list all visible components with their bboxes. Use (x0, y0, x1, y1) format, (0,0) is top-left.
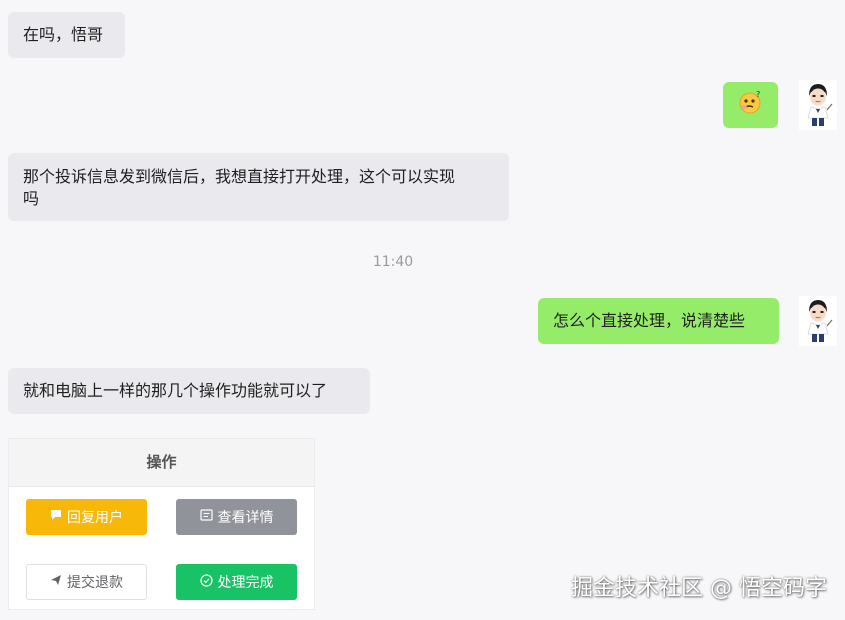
svg-text:?: ? (756, 90, 760, 99)
message-text: 在吗，悟哥 (23, 25, 104, 44)
mark-done-label: 处理完成 (217, 575, 274, 591)
send-icon (50, 574, 62, 590)
comment-icon (50, 509, 62, 525)
document-icon (199, 509, 213, 525)
submit-refund-button[interactable]: 提交退款 (26, 564, 147, 600)
message-bubble-left[interactable]: 就和电脑上一样的那几个操作功能就可以了 (8, 368, 370, 414)
thinking-face-emoji-icon: ? (738, 90, 764, 120)
message-text: 就和电脑上一样的那几个操作功能就可以了 (23, 381, 328, 400)
operation-panel-image[interactable]: 操作 回复用户 查看详情 提交退款 处理完成 (8, 438, 315, 610)
reply-user-button[interactable]: 回复用户 (26, 499, 147, 535)
view-details-label: 查看详情 (217, 510, 274, 526)
message-text-line-1: 那个投诉信息发到微信后，我想直接打开处理，这个可以实现 (23, 167, 456, 186)
mark-done-button[interactable]: 处理完成 (176, 564, 297, 600)
message-bubble-left[interactable]: 在吗，悟哥 (8, 12, 125, 58)
view-details-button[interactable]: 查看详情 (176, 499, 297, 535)
operation-panel-header: 操作 (9, 439, 314, 487)
check-circle-icon (199, 573, 213, 591)
avatar[interactable] (799, 296, 837, 346)
message-bubble-right[interactable]: 怎么个直接处理，说清楚些 (538, 298, 779, 344)
watermark: 掘金技术社区 @ 悟空码字 (571, 576, 827, 601)
message-bubble-right[interactable]: ? (723, 82, 778, 128)
message-text-line-2: 吗 (23, 189, 40, 208)
reply-user-label: 回复用户 (67, 510, 123, 526)
message-text: 怎么个直接处理，说清楚些 (553, 311, 746, 330)
message-timestamp: 11:40 (372, 254, 414, 270)
submit-refund-label: 提交退款 (67, 575, 123, 591)
avatar[interactable] (799, 80, 837, 130)
message-bubble-left[interactable]: 那个投诉信息发到微信后，我想直接打开处理，这个可以实现 吗 (8, 153, 509, 221)
